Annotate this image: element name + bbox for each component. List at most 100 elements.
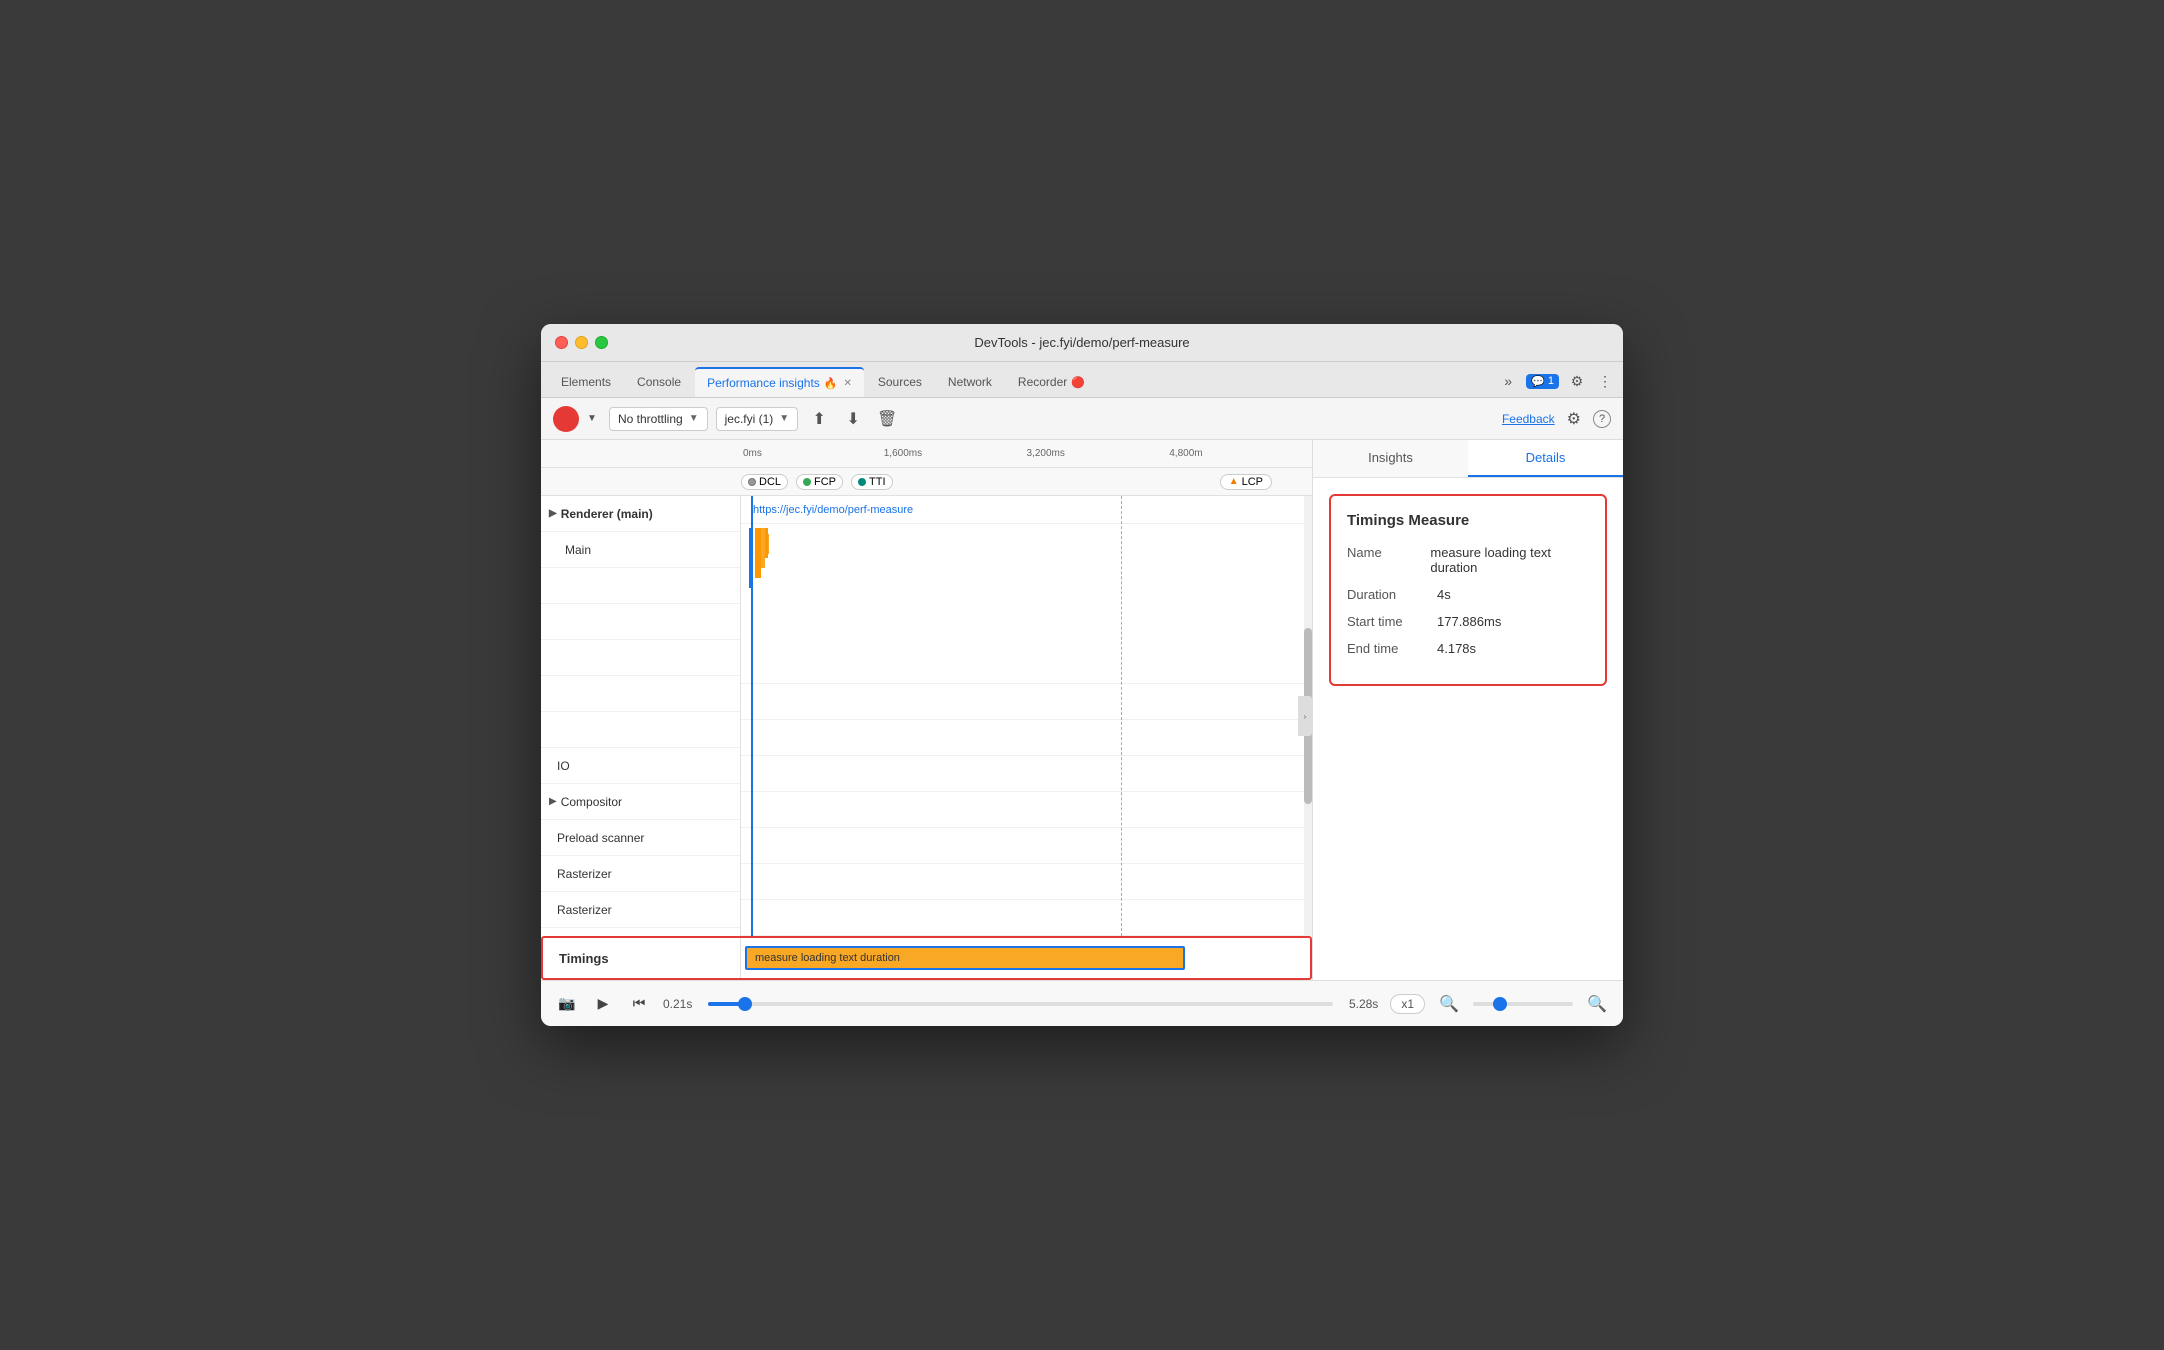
track-labels: ▶ Renderer (main) Main IO ▶ — [541, 496, 741, 936]
timing-measure-bar[interactable]: measure loading text duration — [745, 946, 1185, 970]
fcp-badge[interactable]: FCP — [796, 474, 843, 490]
timeline-panel: 0ms 1,600ms 3,200ms 4,800m — [541, 440, 1313, 980]
details-card-title: Timings Measure — [1347, 512, 1589, 529]
tab-recorder[interactable]: Recorder 🔴 — [1006, 367, 1097, 397]
tracks-area: ▶ Renderer (main) Main IO ▶ — [541, 496, 1312, 936]
rasterizer1-label: Rasterizer — [541, 856, 740, 892]
time-mark-1600: 1,600ms — [884, 448, 1027, 459]
upload-button[interactable]: ⬆ — [806, 406, 832, 432]
minimize-button[interactable] — [575, 336, 588, 349]
time-end-label: 5.28s — [1349, 997, 1378, 1011]
time-start-label: 0.21s — [663, 997, 692, 1011]
current-time-line — [751, 496, 753, 936]
dashed-line — [1121, 496, 1122, 936]
traffic-lights — [555, 336, 608, 349]
right-panel: Insights Details Timings Measure Name me… — [1313, 440, 1623, 980]
blank-track-2 — [541, 604, 740, 640]
blank-track-3 — [541, 640, 740, 676]
skip-to-start-button[interactable]: ⏮ — [627, 992, 651, 1016]
renderer-arrow[interactable]: ▶ — [549, 508, 557, 519]
zoom-in-button[interactable]: 🔍 — [1585, 992, 1609, 1016]
more-tabs-button[interactable]: » — [1498, 371, 1518, 391]
record-button[interactable] — [553, 406, 579, 432]
tab-bar: Elements Console Performance insights 🔥 … — [541, 362, 1623, 398]
window-title: DevTools - jec.fyi/demo/perf-measure — [974, 335, 1189, 350]
details-card: Timings Measure Name measure loading tex… — [1329, 494, 1607, 686]
blank-track-4 — [541, 676, 740, 712]
tab-details[interactable]: Details — [1468, 440, 1623, 477]
settings-icon[interactable]: ⚙ — [1567, 371, 1587, 391]
main-content: 0ms 1,600ms 3,200ms 4,800m — [541, 440, 1623, 980]
timings-row: Timings measure loading text duration — [541, 936, 1312, 980]
expand-icon: › — [1304, 712, 1307, 721]
timings-bar-cell: measure loading text duration — [741, 938, 1310, 978]
more-options-icon[interactable]: ⋮ — [1595, 371, 1615, 391]
tab-bar-right: » 💬 1 ⚙ ⋮ — [1498, 371, 1615, 397]
milestone-badges: DCL FCP TTI — [741, 474, 893, 490]
detail-row-duration: Duration 4s — [1347, 587, 1589, 602]
play-button[interactable]: ▶ — [591, 992, 615, 1016]
tti-dot — [858, 478, 866, 486]
slider-thumb[interactable] — [738, 997, 752, 1011]
time-mark-3200: 3,200ms — [1027, 448, 1170, 459]
tab-close-performance[interactable]: ✕ — [843, 378, 851, 389]
zoom-slider-thumb[interactable] — [1493, 997, 1507, 1011]
zoom-out-button[interactable]: 🔍 — [1437, 992, 1461, 1016]
detail-row-start: Start time 177.886ms — [1347, 614, 1589, 629]
compositor-arrow[interactable]: ▶ — [549, 796, 557, 807]
bottom-bar: 📷 ▶ ⏮ 0.21s 5.28s x1 🔍 🔍 — [541, 980, 1623, 1026]
compositor-label: ▶ Compositor — [541, 784, 740, 820]
feedback-link[interactable]: Feedback — [1502, 412, 1555, 426]
toolbar-right: Feedback ⚙ ? — [1502, 409, 1611, 429]
screenshot-button[interactable]: 📷 — [555, 992, 579, 1016]
time-ruler-marks: 0ms 1,600ms 3,200ms 4,800m — [741, 448, 1312, 459]
toolbar: ▼ No throttling ▼ jec.fyi (1) ▼ ⬆ ⬇ 🗑 Fe… — [541, 398, 1623, 440]
record-dropdown-arrow[interactable]: ▼ — [583, 410, 601, 428]
right-panel-tabs: Insights Details — [1313, 440, 1623, 478]
expand-panel-button[interactable]: › — [1298, 696, 1312, 736]
url-track-row: https://jec.fyi/demo/perf-measure — [741, 496, 1312, 524]
main-label: Main — [541, 532, 740, 568]
tti-badge[interactable]: TTI — [851, 474, 893, 490]
tab-sources[interactable]: Sources — [866, 367, 934, 397]
tab-console[interactable]: Console — [625, 367, 693, 397]
timeline-slider[interactable] — [708, 1002, 1333, 1006]
dcl-badge[interactable]: DCL — [741, 474, 788, 490]
tab-insights[interactable]: Insights — [1313, 440, 1468, 477]
time-mark-4800: 4,800m — [1169, 448, 1312, 459]
dcl-dot — [748, 478, 756, 486]
close-button[interactable] — [555, 336, 568, 349]
tab-network[interactable]: Network — [936, 367, 1004, 397]
chat-badge[interactable]: 💬 1 — [1526, 374, 1559, 389]
blank-track-1 — [541, 568, 740, 604]
rasterizer1-row — [741, 900, 1312, 936]
throttling-dropdown-arrow: ▼ — [689, 413, 699, 424]
maximize-button[interactable] — [595, 336, 608, 349]
tab-dropdown[interactable]: jec.fyi (1) ▼ — [716, 407, 799, 431]
lcp-badge[interactable]: ▲ LCP — [1220, 474, 1272, 490]
download-button[interactable]: ⬇ — [840, 406, 866, 432]
rasterizer3-label: Rasterizer — [541, 928, 740, 936]
chat-icon: 💬 — [1531, 375, 1545, 388]
empty-row-1 — [741, 684, 1312, 720]
preload-label: Preload scanner — [541, 820, 740, 856]
throttling-dropdown[interactable]: No throttling ▼ — [609, 407, 708, 431]
warning-icon: ▲ — [1229, 476, 1239, 487]
help-button[interactable]: ? — [1593, 410, 1611, 428]
settings-gear-icon[interactable]: ⚙ — [1567, 409, 1581, 429]
detail-row-end: End time 4.178s — [1347, 641, 1589, 656]
empty-row-2 — [741, 720, 1312, 756]
rasterizer2-label: Rasterizer — [541, 892, 740, 928]
milestone-bar: DCL FCP TTI ▲ LCP — [541, 468, 1312, 496]
flame-bar-3[interactable] — [765, 528, 768, 558]
tab-performance[interactable]: Performance insights 🔥 ✕ — [695, 367, 864, 397]
io-label: IO — [541, 748, 740, 784]
io-row — [741, 792, 1312, 828]
tab-elements[interactable]: Elements — [549, 367, 623, 397]
compositor-row — [741, 828, 1312, 864]
zoom-slider[interactable] — [1473, 1002, 1573, 1006]
delete-button[interactable]: 🗑 — [874, 406, 900, 432]
timings-label: Timings — [543, 938, 741, 978]
empty-row-3 — [741, 756, 1312, 792]
main-track-row[interactable] — [741, 524, 1312, 684]
